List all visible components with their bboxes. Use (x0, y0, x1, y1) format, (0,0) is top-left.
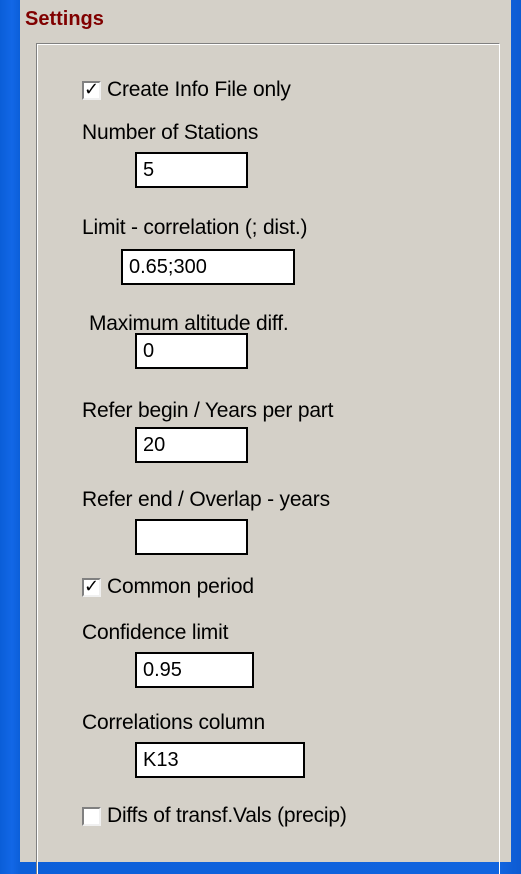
create-info-file-only-checkbox[interactable]: ✓ Create Info File only (82, 78, 291, 102)
number-of-stations-input[interactable]: 5 (135, 152, 248, 188)
diffs-transf-vals-checkbox[interactable]: Diffs of transf.Vals (precip) (82, 804, 347, 828)
refer-begin-label: Refer begin / Years per part (82, 399, 334, 422)
refer-end-input[interactable] (135, 519, 248, 555)
check-mark-icon: ✓ (84, 575, 100, 597)
max-altitude-diff-input[interactable]: 0 (135, 333, 248, 369)
correlations-column-input[interactable]: K13 (135, 742, 305, 778)
create-info-file-only-label[interactable]: Create Info File only (107, 78, 291, 102)
confidence-limit-label: Confidence limit (82, 621, 229, 644)
limit-correlation-label: Limit - correlation (; dist.) (82, 216, 308, 239)
check-mark-icon: ✓ (84, 78, 100, 100)
diffs-transf-vals-label[interactable]: Diffs of transf.Vals (precip) (107, 804, 347, 828)
panel-title: Settings (25, 8, 104, 30)
checkbox-box[interactable]: ✓ (82, 78, 101, 100)
checkbox-box[interactable] (82, 806, 101, 826)
settings-group-box: ✓ Create Info File only Number of Statio… (36, 43, 500, 874)
checkbox-box[interactable]: ✓ (82, 575, 101, 597)
refer-end-label: Refer end / Overlap - years (82, 488, 330, 511)
limit-correlation-input[interactable]: 0.65;300 (121, 249, 295, 285)
settings-panel: Settings ✓ Create Info File only Number … (20, 0, 511, 874)
confidence-limit-input[interactable]: 0.95 (135, 652, 254, 688)
correlations-column-label: Correlations column (82, 711, 265, 734)
common-period-label[interactable]: Common period (107, 575, 254, 599)
refer-begin-input[interactable]: 20 (135, 427, 248, 463)
common-period-checkbox[interactable]: ✓ Common period (82, 575, 254, 599)
number-of-stations-label: Number of Stations (82, 121, 259, 144)
